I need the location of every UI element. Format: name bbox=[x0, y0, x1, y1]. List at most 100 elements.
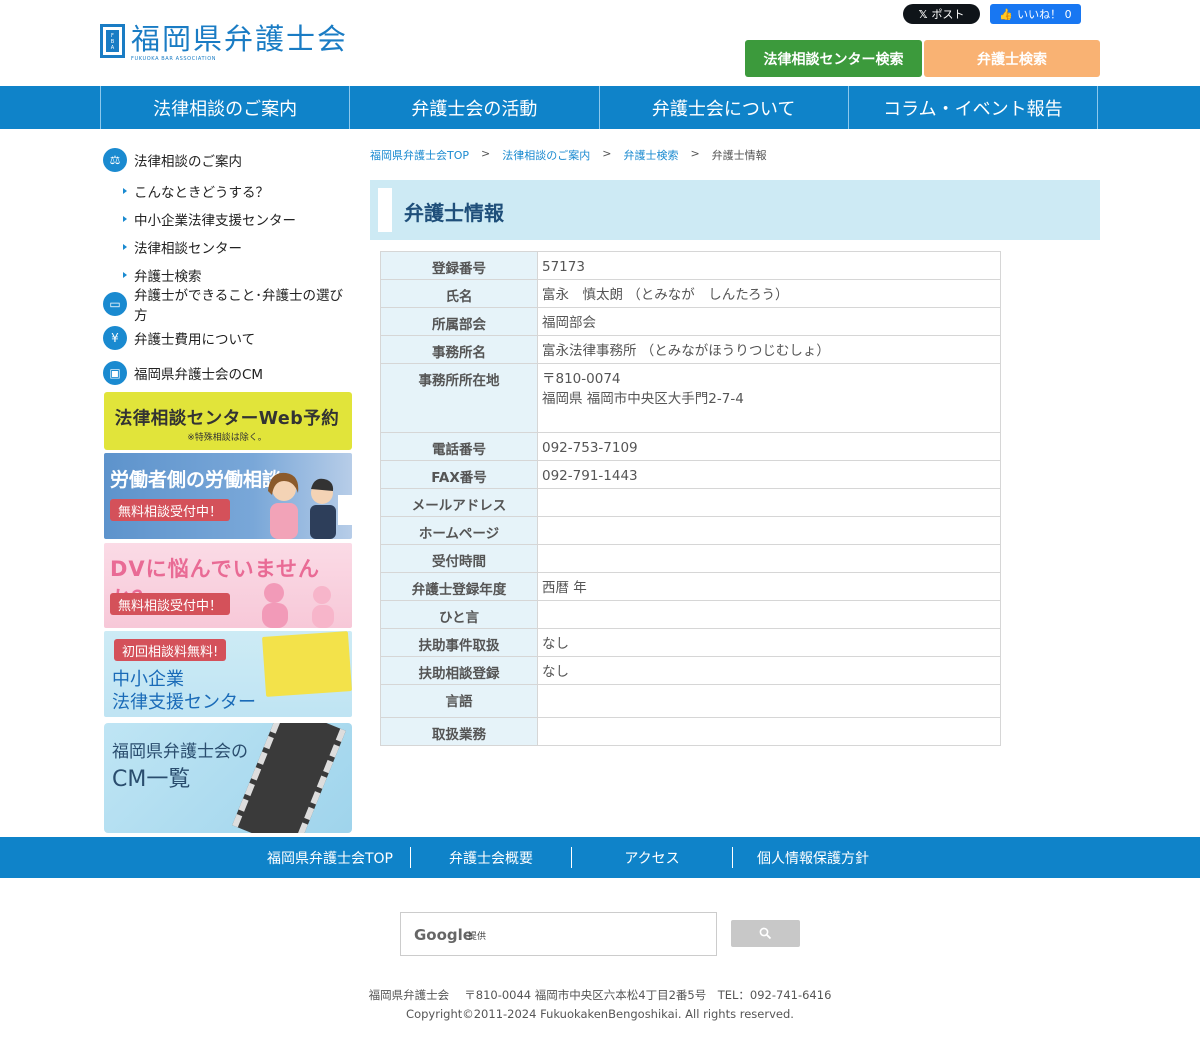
nav-column-events[interactable]: コラム・イベント報告 bbox=[849, 86, 1098, 129]
table-row: ひと言 bbox=[380, 600, 1001, 629]
search-button[interactable] bbox=[731, 920, 800, 947]
row-value bbox=[537, 684, 1001, 718]
row-label: 受付時間 bbox=[380, 544, 538, 573]
table-row: 登録番号 57173 bbox=[380, 251, 1001, 280]
row-label: 弁護士登録年度 bbox=[380, 572, 538, 601]
yen-icon: ¥ bbox=[103, 326, 127, 350]
row-value: 西暦 年 bbox=[537, 572, 1001, 601]
footer-link-top[interactable]: 福岡県弁護士会TOP bbox=[250, 847, 410, 868]
table-row: 事務所名 富永法律事務所 （とみながほうりつじむしょ） bbox=[380, 335, 1001, 364]
table-row: 氏名 富永 慎太朗 （とみなが しんたろう） bbox=[380, 279, 1001, 308]
footer-copyright: Copyright©2011-2024 FukuokakenBengoshika… bbox=[406, 1007, 794, 1021]
sidebar-subitem-lawyer-search[interactable]: 弁護士検索 bbox=[123, 265, 202, 285]
banner-title-line2: 法律支援センター bbox=[112, 692, 256, 713]
table-row: 所属部会 福岡部会 bbox=[380, 307, 1001, 336]
logo-subtitle: FUKUOKA BAR ASSOCIATION bbox=[131, 56, 217, 62]
sidebar-item-cm[interactable]: ▣ 福岡県弁護士会のCM bbox=[103, 361, 353, 385]
consultation-center-search-button[interactable]: 法律相談センター検索 bbox=[745, 40, 922, 77]
sidebar-item-lawyer-choose[interactable]: ▭ 弁護士ができること･弁護士の選び方 bbox=[103, 288, 353, 324]
x-post-button[interactable]: 𝕏 ポスト bbox=[903, 4, 980, 24]
sidebar-item-label: 法律相談のご案内 bbox=[134, 154, 242, 170]
row-label: 登録番号 bbox=[380, 251, 538, 280]
free-consultation-tag: 無料相談受付中！ bbox=[110, 593, 231, 615]
x-icon: 𝕏 bbox=[918, 7, 928, 21]
row-value bbox=[537, 717, 1001, 746]
footer-nav: 福岡県弁護士会TOP 弁護士会概要 アクセス 個人情報保護方針 bbox=[0, 837, 1200, 878]
cm-list-banner[interactable]: 福岡県弁護士会の CM一覧 bbox=[104, 723, 352, 833]
row-value: 092-753-7109 bbox=[537, 432, 1001, 461]
footer-link-access[interactable]: アクセス bbox=[572, 847, 732, 868]
lawyer-search-button[interactable]: 弁護士検索 bbox=[924, 40, 1100, 77]
first-consultation-free-tag: 初回相談料無料! bbox=[114, 639, 227, 661]
facebook-like-label: いいね！ 0 bbox=[1017, 8, 1072, 21]
triangle-right-icon bbox=[123, 216, 127, 222]
global-nav: 法律相談のご案内 弁護士会の活動 弁護士会について コラム・イベント報告 bbox=[0, 86, 1200, 129]
row-value bbox=[537, 600, 1001, 629]
sidebar-item-label: 福岡県弁護士会のCM bbox=[134, 367, 264, 383]
sidebar-subitem-label: こんなときどうする？ bbox=[134, 185, 269, 201]
table-row: 扶助相談登録 なし bbox=[380, 656, 1001, 685]
site-header: F B A 福岡県弁護士会 FUKUOKA BAR ASSOCIATION 𝕏 … bbox=[0, 0, 1200, 86]
site-search-input[interactable]: Google 提供 bbox=[400, 912, 717, 956]
sme-support-banner[interactable]: 初回相談料無料! 中小企業 法律支援センター bbox=[104, 631, 352, 717]
table-row: メールアドレス bbox=[380, 488, 1001, 517]
labor-consultation-banner[interactable]: 労働者側の労働相談 無料相談受付中！ bbox=[104, 453, 352, 539]
breadcrumb-link-consultation[interactable]: 法律相談のご案内 bbox=[502, 147, 590, 163]
briefcase-icon: ▭ bbox=[103, 292, 127, 316]
thumbs-up-icon: 👍 bbox=[999, 7, 1014, 21]
google-brand-label: Google bbox=[414, 926, 473, 944]
row-label: 扶助事件取扱 bbox=[380, 628, 538, 657]
tv-icon: ▣ bbox=[103, 361, 127, 385]
table-row: 扶助事件取扱 なし bbox=[380, 628, 1001, 657]
nav-about-bar[interactable]: 弁護士会について bbox=[600, 86, 849, 129]
triangle-right-icon bbox=[123, 272, 127, 278]
row-value bbox=[537, 516, 1001, 545]
breadcrumb-separator: > bbox=[602, 147, 612, 160]
sidebar-item-legal-consultation[interactable]: ⚖ 法律相談のご案内 bbox=[103, 148, 353, 172]
page-title: 弁護士情報 bbox=[404, 201, 504, 225]
table-row: FAX番号 092-791-1443 bbox=[380, 460, 1001, 489]
sidebar-item-label: 弁護士費用について bbox=[134, 332, 256, 348]
office-address: 福岡県 福岡市中央区大手門2-7-4 bbox=[542, 391, 744, 407]
sidebar-subitem-what-to-do[interactable]: こんなときどうする？ bbox=[123, 181, 269, 201]
row-value: 57173 bbox=[537, 251, 1001, 280]
table-row: 言語 bbox=[380, 684, 1001, 718]
row-label: 所属部会 bbox=[380, 307, 538, 336]
dv-consultation-banner[interactable]: DVに悩んでいませんか？ 無料相談受付中！ bbox=[104, 543, 352, 628]
breadcrumb-link-lawyer-search[interactable]: 弁護士検索 bbox=[623, 147, 678, 163]
sidebar-subitem-consultation-center[interactable]: 法律相談センター bbox=[123, 237, 242, 257]
row-value: 092-791-1443 bbox=[537, 460, 1001, 489]
facebook-like-button[interactable]: 👍 いいね！ 0 bbox=[990, 4, 1081, 24]
web-reservation-banner[interactable]: 法律相談センターWeb予約 ※特殊相談は除く。 bbox=[104, 392, 352, 450]
logo-title: 福岡県弁護士会 bbox=[131, 22, 349, 56]
row-label: 扶助相談登録 bbox=[380, 656, 538, 685]
sidebar-subitem-sme-support[interactable]: 中小企業法律支援センター bbox=[123, 209, 296, 229]
footer-address: 福岡県弁護士会 〒810-0044 福岡市中央区六本松4丁目2番5号 TEL：0… bbox=[368, 988, 832, 1002]
row-value: なし bbox=[537, 656, 1001, 685]
sidebar-item-lawyer-fees[interactable]: ¥ 弁護士費用について bbox=[103, 326, 353, 350]
breadcrumb-link-top[interactable]: 福岡県弁護士会TOP bbox=[370, 147, 469, 163]
sidebar-subitem-label: 弁護士検索 bbox=[134, 269, 202, 285]
lawyer-info-table: 登録番号 57173 氏名 富永 慎太朗 （とみなが しんたろう） 所属部会 福… bbox=[380, 251, 1001, 746]
footer-link-privacy[interactable]: 個人情報保護方針 bbox=[733, 847, 893, 868]
banner-note: ※特殊相談は除く。 bbox=[187, 433, 267, 443]
row-value bbox=[537, 488, 1001, 517]
banner-title: 法律相談センターWeb予約 bbox=[114, 409, 340, 429]
nav-bar-activities[interactable]: 弁護士会の活動 bbox=[350, 86, 600, 129]
sidebar-item-label: 弁護士ができること･弁護士の選び方 bbox=[134, 288, 343, 324]
row-value: なし bbox=[537, 628, 1001, 657]
table-row: 事務所所在地 〒810-0074 福岡県 福岡市中央区大手門2-7-4 bbox=[380, 363, 1001, 433]
row-label: 氏名 bbox=[380, 279, 538, 308]
triangle-right-icon bbox=[123, 188, 127, 194]
row-label: 取扱業務 bbox=[380, 717, 538, 746]
silhouette-illustration-icon bbox=[262, 583, 334, 628]
table-row: 取扱業務 bbox=[380, 717, 1001, 746]
people-illustration-icon bbox=[268, 472, 352, 539]
banner-title-line2: CM一覧 bbox=[112, 767, 191, 792]
footer-link-overview[interactable]: 弁護士会概要 bbox=[411, 847, 571, 868]
site-logo[interactable]: F B A 福岡県弁護士会 FUKUOKA BAR ASSOCIATION bbox=[100, 24, 348, 62]
breadcrumb: 福岡県弁護士会TOP > 法律相談のご案内 > 弁護士検索 > 弁護士情報 bbox=[370, 147, 767, 163]
sidebar-subitem-label: 中小企業法律支援センター bbox=[134, 213, 296, 229]
nav-legal-consultation[interactable]: 法律相談のご案内 bbox=[101, 86, 351, 129]
breadcrumb-current: 弁護士情報 bbox=[711, 149, 767, 162]
